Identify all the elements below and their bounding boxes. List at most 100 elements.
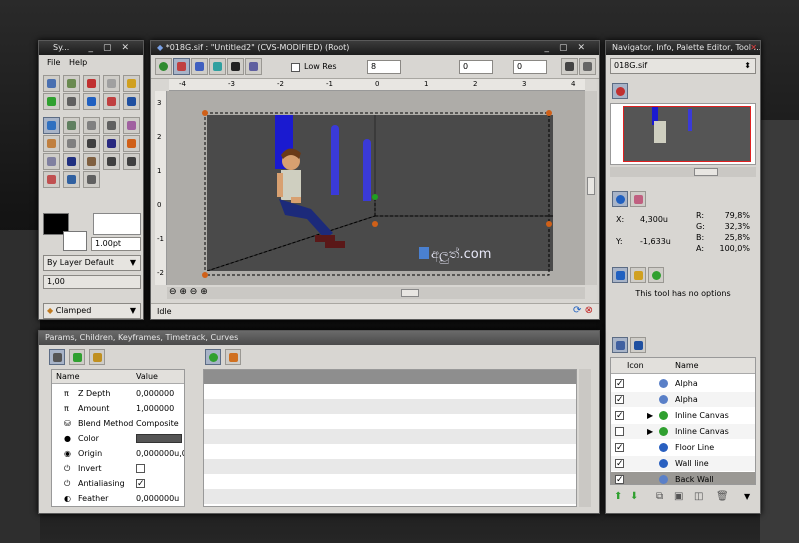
layers-tab[interactable] [612,337,628,353]
gradient-swatch[interactable] [93,213,141,235]
sets-tab[interactable] [630,337,646,353]
layer-row[interactable]: Alpha [611,376,755,392]
open-tool-icon[interactable] [63,75,80,92]
star-tool-icon[interactable] [83,135,100,152]
layer-visible-checkbox[interactable] [615,473,624,484]
param-value[interactable]: 0,000000 [136,386,174,401]
color-value-swatch[interactable] [136,434,182,443]
encapsulate-icon[interactable]: ▣ [674,487,683,507]
zoom-icons[interactable]: ⊖ ⊕ ⊖ ⊕ [169,287,208,297]
timetrack-tab[interactable] [205,349,221,365]
rotate-tool-icon[interactable] [103,117,120,134]
layer-visible-checkbox[interactable] [615,409,624,424]
amount-slider[interactable]: 1,00 [43,275,141,289]
param-row[interactable]: ⛁ Blend Method Composite [52,416,184,431]
param-value[interactable]: 1,000000 [136,401,174,416]
navigator-tab[interactable] [612,83,628,99]
layer-visible-checkbox[interactable] [615,377,624,392]
layer-visible-checkbox[interactable] [615,457,624,472]
clear-tool-icon[interactable] [63,93,80,110]
duplicate-layer-icon[interactable]: ⧉ [656,487,663,507]
save-all-tool-icon[interactable] [103,75,120,92]
menu-help[interactable]: Help [69,55,87,71]
eyedrop-tool-icon[interactable] [83,153,100,170]
grid-snap-toggle[interactable] [191,58,208,75]
quit-tool-icon[interactable] [123,93,140,110]
undo-tool-icon[interactable] [123,75,140,92]
param-value[interactable]: 0,000000u,0,0 [136,446,184,461]
fill-tool-icon[interactable] [63,153,80,170]
param-row[interactable]: ◐ Feather 0,000000u [52,491,184,506]
guide-toggle[interactable] [209,58,226,75]
transform-tool-icon[interactable] [43,117,60,134]
library-tab[interactable] [648,267,664,283]
interpolation-select[interactable]: ◆ Clamped ▼ [43,303,141,319]
palette-tab[interactable] [630,191,646,207]
params-tab[interactable] [49,349,65,365]
text-tool-icon[interactable] [103,153,120,170]
preview-button[interactable] [579,58,596,75]
param-row[interactable]: ⏻ Invert [52,461,184,476]
lower-layer-icon[interactable]: ⬇ [630,487,638,507]
keyframes-tab[interactable] [89,349,105,365]
param-value[interactable]: Composite [136,416,179,431]
param-checkbox[interactable] [136,477,145,492]
canvas-select[interactable]: 018G.sif ⬍ [610,58,756,74]
layer-row[interactable]: ▶ Inline Canvas [611,424,755,439]
window-buttons[interactable]: _▢✕ [88,41,139,55]
new-tool-icon[interactable] [43,75,60,92]
gradient-tool-icon[interactable] [123,135,140,152]
sketch-tool-icon[interactable] [123,153,140,170]
close-icon[interactable]: ✕ [750,41,757,55]
menu-file[interactable]: File [47,55,60,71]
smooth-move-tool-icon[interactable] [63,117,80,134]
render-button[interactable] [561,58,578,75]
raise-layer-icon[interactable]: ⬆ [614,487,622,507]
info-tab[interactable] [612,191,628,207]
vertical-scrollbar[interactable] [585,91,597,285]
param-value[interactable]: 0,000000u [136,491,179,506]
scale-tool-icon[interactable] [83,117,100,134]
frame-input[interactable]: 8 [367,60,401,74]
layer-row[interactable]: ▶ Inline Canvas [611,408,755,424]
expand-icon[interactable]: ▶ [647,424,653,439]
blend-method-select[interactable]: By Layer Default ▼ [43,255,141,271]
expand-icon[interactable]: ▶ [647,408,653,423]
delete-layer-icon[interactable]: 🗑 [716,487,729,507]
layer-row[interactable]: Back Wall [611,472,755,484]
curves-tab[interactable] [225,349,241,365]
param-row[interactable]: ◉ Origin 0,000000u,0,0 [52,446,184,461]
low-res-checkbox[interactable] [291,63,300,72]
param-checkbox[interactable] [136,464,145,473]
layer-row[interactable]: Floor Line [611,440,755,456]
spline-tool-icon[interactable] [43,153,60,170]
circle-tool-icon[interactable] [43,135,60,152]
time-end-input[interactable]: 0 [513,60,547,74]
param-row[interactable]: π Z Depth 0,000000 [52,386,184,401]
layer-row[interactable]: Wall line [611,456,755,472]
pointer-icon[interactable] [227,58,244,75]
help-tool-icon[interactable] [103,93,120,110]
layer-visible-checkbox[interactable] [615,427,624,436]
rectangle-tool-icon[interactable] [63,135,80,152]
horizontal-scrollbar[interactable]: ⊖ ⊕ ⊖ ⊕ [167,287,585,299]
tool-options-tab[interactable] [612,267,628,283]
layer-visible-checkbox[interactable] [615,441,624,456]
onion-skin-toggle[interactable] [173,58,190,75]
window-buttons[interactable]: _▢✕ [544,41,595,55]
layer-row[interactable]: Alpha [611,392,755,408]
polygon-tool-icon[interactable] [103,135,120,152]
navigator-viewport[interactable] [623,106,751,162]
layer-visible-checkbox[interactable] [615,393,624,408]
param-row[interactable]: ● Color [52,431,184,446]
pick-color-icon[interactable] [245,58,262,75]
draw-tool-icon[interactable] [83,171,100,188]
param-row[interactable]: ⏻ Antialiasing [52,476,184,492]
history-tab[interactable] [630,267,646,283]
render-tool-icon[interactable] [83,93,100,110]
time-start-input[interactable]: 0 [459,60,493,74]
timetrack-area[interactable] [203,369,577,507]
group-icon[interactable]: ◫ [694,487,703,507]
navigator-zoom-slider[interactable] [610,167,756,177]
fill-color-swatch[interactable] [63,231,87,251]
